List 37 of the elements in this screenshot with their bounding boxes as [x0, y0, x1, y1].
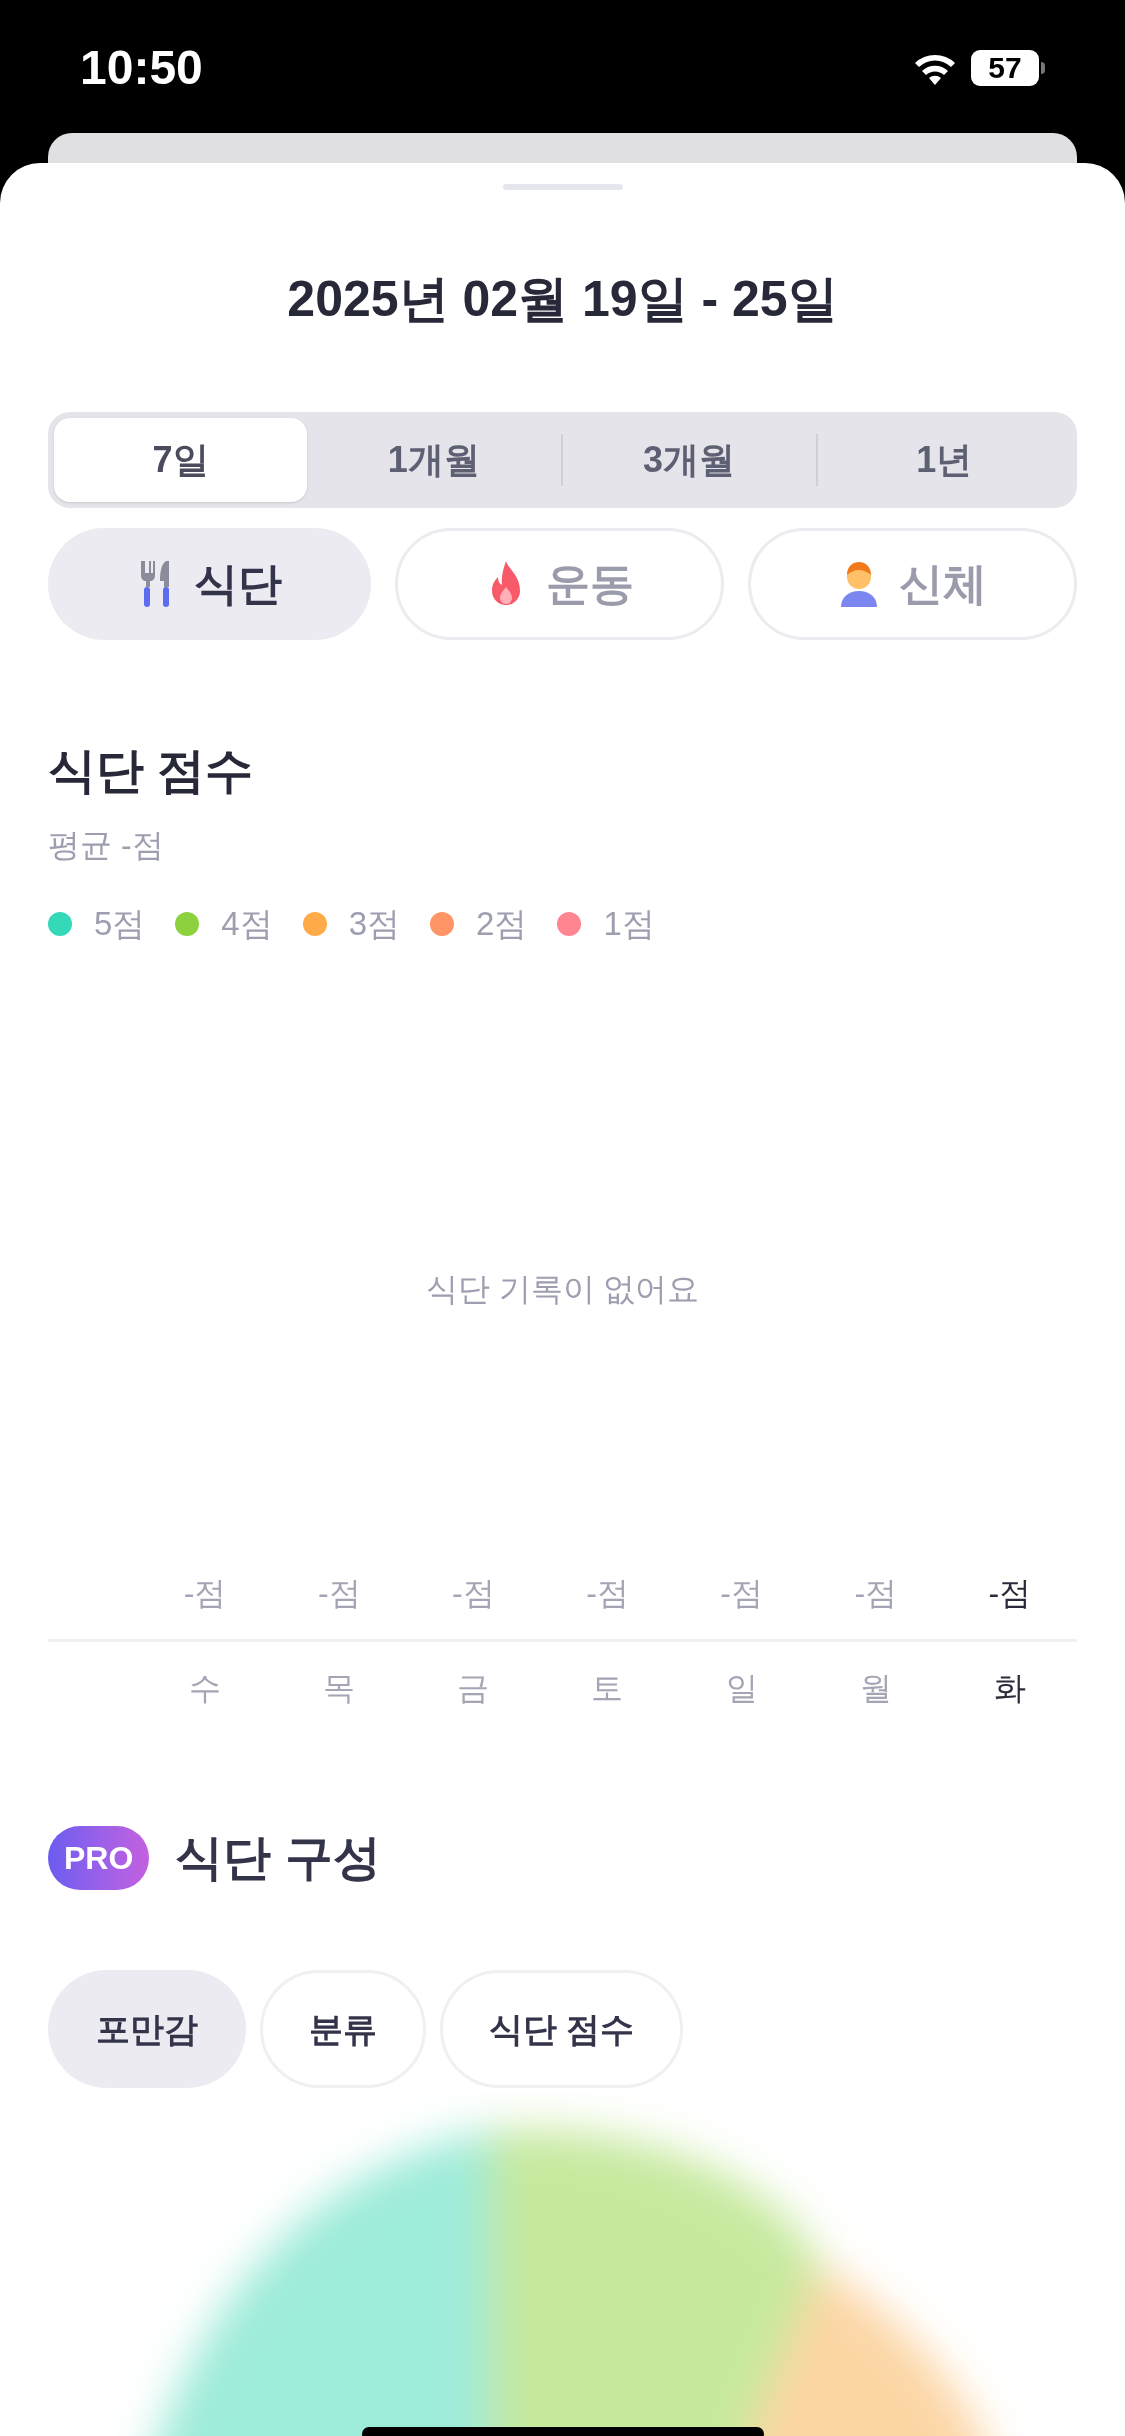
pro-badge: PRO — [48, 1826, 150, 1890]
filter-chip[interactable]: 식단 점수 — [440, 1970, 684, 2088]
date-range-title: 2025년 02월 19일 - 25일 — [286, 274, 839, 324]
day-score: -점 — [586, 1577, 629, 1609]
person-icon — [838, 559, 879, 609]
drag-handle[interactable] — [502, 184, 623, 190]
day-label: 화 — [993, 1672, 1026, 1704]
day-label: 토 — [591, 1672, 624, 1704]
legend-label: 5점 — [94, 907, 146, 940]
period-tab[interactable]: 1년 — [817, 418, 1071, 502]
day-score: -점 — [720, 1577, 763, 1609]
day-score: -점 — [854, 1577, 898, 1609]
category-tab[interactable]: 식단 — [48, 528, 371, 640]
day-label: 월 — [859, 1672, 892, 1704]
day-score: -점 — [988, 1577, 1032, 1609]
day-score: -점 — [317, 1577, 361, 1609]
period-tab[interactable]: 3개월 — [562, 418, 816, 502]
section-title: 식단 점수 — [48, 747, 255, 795]
status-time: 10:50 — [80, 39, 203, 96]
average-score: 평균 -점 — [48, 829, 165, 861]
section-title: 식단 구성 — [175, 1834, 381, 1882]
period-tab[interactable]: 7일 — [54, 418, 308, 502]
legend-label: 4점 — [221, 907, 273, 940]
day-label: 금 — [457, 1672, 490, 1704]
filter-chip[interactable]: 분류 — [260, 1970, 426, 2088]
day-label: 수 — [189, 1672, 222, 1704]
day-score: -점 — [183, 1577, 227, 1609]
legend-label: 1점 — [603, 907, 655, 940]
day-label: 목 — [323, 1672, 356, 1704]
day-label: 일 — [725, 1672, 758, 1704]
legend-label: 2점 — [476, 907, 528, 940]
period-tab[interactable]: 1개월 — [307, 418, 561, 502]
legend-label: 3점 — [348, 907, 401, 940]
day-score: -점 — [452, 1577, 495, 1609]
battery-level: 57 — [988, 52, 1022, 83]
empty-message: 식단 기록이 없어요 — [425, 1273, 700, 1305]
filter-chip[interactable]: 포만감 — [48, 1970, 246, 2088]
